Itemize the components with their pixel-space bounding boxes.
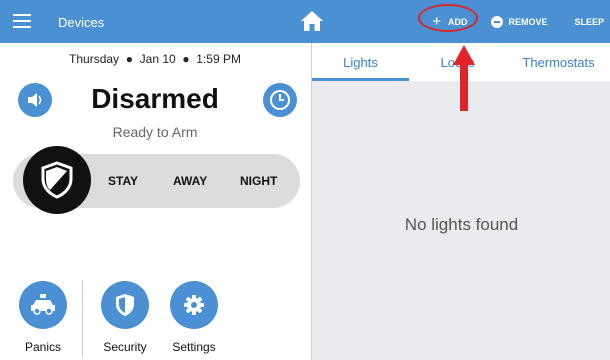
police-car-icon <box>31 294 55 315</box>
top-bar: Devices + ADD REMOVE SLEEP <box>0 0 610 43</box>
clock-button[interactable] <box>263 83 297 117</box>
remove-button[interactable]: REMOVE <box>491 15 548 28</box>
date-date: Jan 10 <box>139 52 176 66</box>
date-time-value: 1:59 PM <box>196 52 241 66</box>
security-button[interactable] <box>101 281 149 329</box>
remove-label: REMOVE <box>508 16 548 27</box>
date-day: Thursday <box>69 52 120 66</box>
highlight-circle <box>418 4 479 32</box>
arm-mode-slider[interactable]: STAY AWAY NIGHT <box>13 146 300 214</box>
shield-icon <box>41 161 73 199</box>
date-time: Thursday ● Jan 10 ● 1:59 PM <box>69 52 241 66</box>
panics-label: Panics <box>24 340 62 354</box>
shield-icon <box>116 294 134 316</box>
minus-circle-icon <box>491 15 504 28</box>
empty-state-message: No lights found <box>404 215 519 234</box>
sleep-button[interactable]: SLEEP <box>557 16 604 28</box>
settings-button[interactable] <box>170 281 218 329</box>
home-icon[interactable] <box>300 10 324 32</box>
arm-night-option[interactable]: NIGHT <box>240 174 277 188</box>
tab-thermostats[interactable]: Thermostats <box>506 55 610 70</box>
arm-substatus: Ready to Arm <box>112 124 198 140</box>
page-title: Devices <box>58 15 105 30</box>
security-label: Security <box>103 340 147 354</box>
active-tab-indicator <box>312 78 409 81</box>
security-panel: Thursday ● Jan 10 ● 1:59 PM Disarmed Rea… <box>0 43 310 360</box>
arm-stay-option[interactable]: STAY <box>108 174 138 188</box>
hamburger-menu-icon[interactable] <box>13 14 31 28</box>
divider <box>82 280 83 357</box>
disarm-shield-knob[interactable] <box>23 146 91 214</box>
gear-icon <box>184 295 204 315</box>
clock-icon <box>270 90 290 110</box>
tab-lights[interactable]: Lights <box>312 55 409 70</box>
annotation-arrow-icon <box>453 45 475 111</box>
moon-icon <box>561 16 567 27</box>
settings-label: Settings <box>172 340 216 354</box>
arm-away-option[interactable]: AWAY <box>173 174 207 188</box>
sleep-label: SLEEP <box>574 16 604 27</box>
panics-button[interactable] <box>19 281 67 329</box>
